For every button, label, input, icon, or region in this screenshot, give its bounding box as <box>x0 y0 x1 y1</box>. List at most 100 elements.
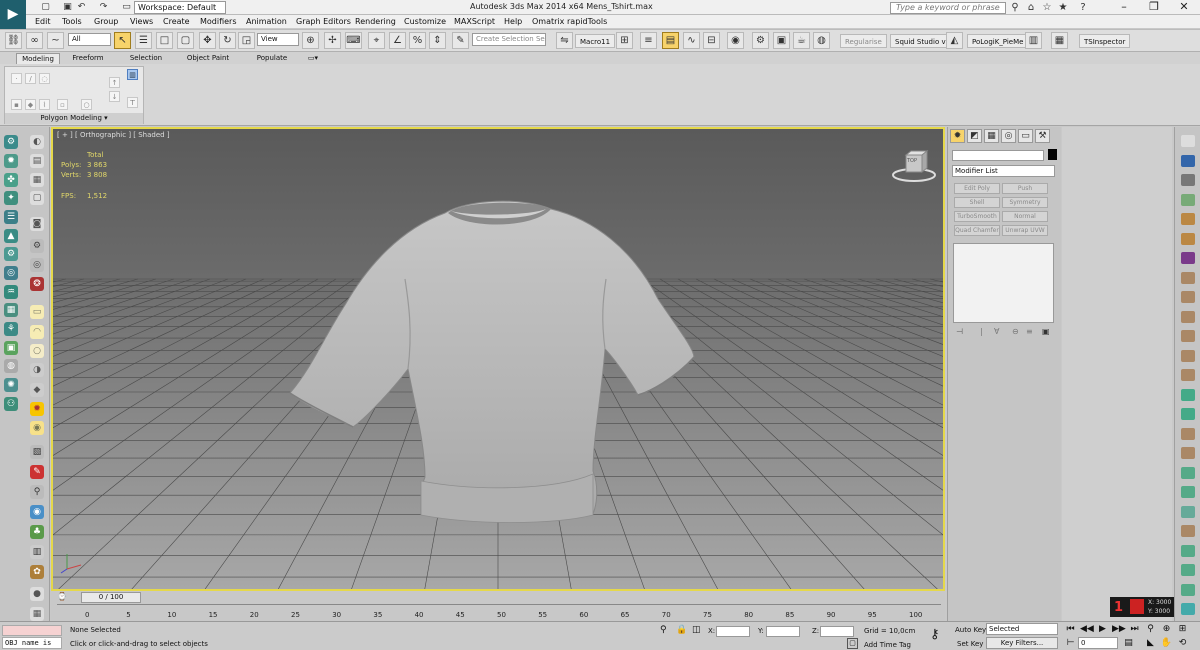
modify-tab-icon[interactable]: ◩ <box>967 129 982 143</box>
plant-icon[interactable]: ♣ <box>30 525 44 539</box>
menu-graph-editors[interactable]: Graph Editors <box>296 16 351 27</box>
plugin-tool-icon[interactable]: ▦ <box>1051 32 1068 49</box>
auto-key-button[interactable]: Auto Key <box>955 626 986 634</box>
orbit-icon[interactable]: ⟲ <box>1176 637 1189 649</box>
ref-coord-dropdown[interactable]: View <box>257 33 299 46</box>
helper-icon[interactable]: ✦ <box>4 191 18 205</box>
display-tab-icon[interactable]: ▭ <box>1018 129 1033 143</box>
regularise-button[interactable]: Regularise <box>840 34 887 48</box>
drop-icon[interactable]: ◆ <box>30 383 44 397</box>
y-coord-field[interactable] <box>766 626 800 637</box>
zoom-icon[interactable]: ⚲ <box>1144 623 1157 635</box>
right-tool-icon[interactable] <box>1181 232 1195 245</box>
schematic-view-icon[interactable]: ⊟ <box>703 32 720 49</box>
grid-panel-icon[interactable]: ▦ <box>30 173 44 187</box>
edge-icon[interactable]: / <box>25 73 36 84</box>
right-tool-icon[interactable] <box>1181 486 1195 498</box>
omni-light-icon[interactable]: ○ <box>30 344 44 358</box>
timeline[interactable]: 0 / 100 ⌚ 0 5 10 15 20 25 30 35 40 45 50 55 60 65 70 75… <box>51 591 945 621</box>
system-icon[interactable]: ◎ <box>4 266 18 280</box>
maxscript-listener[interactable] <box>2 625 62 636</box>
object-name-field[interactable] <box>952 150 1044 161</box>
right-tool-icon[interactable] <box>1181 583 1195 596</box>
plane-icon[interactable]: ▭ <box>30 305 44 319</box>
right-tool-icon[interactable] <box>1181 310 1195 323</box>
add-time-tag[interactable]: Add Time Tag <box>864 641 911 649</box>
spinner-snap-icon[interactable]: ⇕ <box>429 32 446 49</box>
go-to-end-icon[interactable]: ⏭ <box>1128 623 1141 635</box>
layer-manager-icon[interactable]: ≡ <box>640 32 657 49</box>
binoculars-icon[interactable]: ⚲ <box>1008 1 1022 14</box>
plugin-panel-icon[interactable]: ▥ <box>1025 32 1042 49</box>
display-tool-icon[interactable]: ◍ <box>4 359 18 373</box>
render-iterative-icon[interactable]: ◍ <box>813 32 830 49</box>
select-by-name-icon[interactable]: ☰ <box>135 32 152 49</box>
pin-stack-tool-icon[interactable]: ⊣ <box>956 327 963 336</box>
rendered-frame-icon[interactable]: ▣ <box>773 32 790 49</box>
menu-tools[interactable]: Tools <box>62 16 82 27</box>
create-tab-icon[interactable]: ✹ <box>950 129 965 143</box>
frame-panel-icon[interactable]: ▢ <box>30 191 44 205</box>
box-panel-icon[interactable]: ▤ <box>30 154 44 168</box>
macro-button[interactable]: Macro11 <box>575 34 616 48</box>
rotate-icon[interactable]: ↻ <box>219 32 236 49</box>
show-end-result-icon[interactable]: ▥ <box>127 69 138 80</box>
save-icon[interactable]: ▣ <box>62 2 73 12</box>
maximize-button[interactable]: ❐ <box>1140 0 1168 15</box>
menu-rapidtools[interactable]: rapidTools <box>567 16 607 27</box>
menu-customize[interactable]: Customize <box>404 16 446 27</box>
tsinspector-button[interactable]: TSInspector <box>1079 34 1131 48</box>
hierarchy-tool-icon[interactable]: ⚘ <box>4 322 18 336</box>
named-selection-dropdown[interactable]: Create Selection Se <box>472 33 546 46</box>
zoom-all-icon[interactable]: ⊕ <box>1160 623 1173 635</box>
sky-light-icon[interactable]: ◉ <box>30 421 44 435</box>
set-key-icon[interactable]: ⚷ <box>930 627 940 642</box>
particle-icon[interactable]: ▲ <box>4 229 18 243</box>
set-key-button[interactable]: Set Key <box>957 640 983 648</box>
key-filters-button[interactable]: Key Filters... <box>986 637 1058 649</box>
texture-icon[interactable]: ✿ <box>30 565 44 579</box>
gear-object-icon[interactable]: ⚙ <box>30 239 44 253</box>
right-tool-icon[interactable] <box>1181 388 1195 401</box>
project-folder-icon[interactable]: ▭ <box>121 2 132 12</box>
modifier-normal-button[interactable]: Normal <box>1002 211 1048 222</box>
key-mode-icon[interactable]: ⊢ <box>1064 637 1077 649</box>
modifier-edit-poly-button[interactable]: Edit Poly <box>954 183 1000 194</box>
close-button[interactable]: ✕ <box>1170 0 1198 15</box>
curve-editor-icon[interactable]: ∿ <box>683 32 700 49</box>
percent-snap-icon[interactable]: % <box>409 32 426 49</box>
hierarchy-tab-icon[interactable]: ▦ <box>984 129 999 143</box>
keyboard-shortcut-icon[interactable]: ⌨ <box>345 32 362 49</box>
grid-tool-icon[interactable]: ▦ <box>30 607 44 621</box>
tab-populate[interactable]: Populate <box>250 53 294 64</box>
move-icon[interactable]: ✥ <box>199 32 216 49</box>
redo-icon[interactable]: ↷ <box>98 2 109 12</box>
maxscript-output[interactable]: OBJ name is <box>2 637 62 649</box>
object-color-swatch[interactable] <box>1048 149 1057 160</box>
right-tool-icon[interactable] <box>1181 544 1195 557</box>
tab-freeform[interactable]: Freeform <box>66 53 110 64</box>
stack-up-icon[interactable]: ↑ <box>109 77 120 88</box>
time-slider[interactable]: 0 / 100 <box>81 592 141 603</box>
new-icon[interactable]: ▢ <box>40 2 51 12</box>
mirror-icon[interactable]: ⇋ <box>556 32 573 49</box>
modifier-turbosmooth-button[interactable]: TurboSmooth <box>954 211 1000 222</box>
workspace-dropdown[interactable]: Workspace: Default <box>134 1 226 14</box>
right-tool-icon[interactable] <box>1181 427 1195 440</box>
z-coord-field[interactable] <box>820 626 854 637</box>
pivot-center-icon[interactable]: ⊕ <box>302 32 319 49</box>
previous-frame-icon[interactable]: ◀◀ <box>1080 623 1094 635</box>
remove-modifier-icon[interactable]: ⊖ <box>1012 327 1019 336</box>
swift-loop-icon[interactable]: ⌇ <box>39 99 50 110</box>
material-editor-icon[interactable]: ◉ <box>727 32 744 49</box>
shape-tool-icon[interactable]: ✤ <box>4 173 18 187</box>
go-to-start-icon[interactable]: ⏮ <box>1064 623 1077 635</box>
menu-omatrix[interactable]: Omatrix <box>532 16 564 27</box>
element-icon[interactable]: ◆ <box>25 99 36 110</box>
tab-selection[interactable]: Selection <box>124 53 168 64</box>
right-tool-icon[interactable] <box>1181 193 1195 206</box>
search-input[interactable]: Type a keyword or phrase <box>890 2 1006 14</box>
align-icon[interactable]: ⊞ <box>616 32 633 49</box>
communication-icon[interactable]: ☆ <box>1040 1 1054 14</box>
absolute-mode-icon[interactable]: ◫ <box>692 625 701 635</box>
